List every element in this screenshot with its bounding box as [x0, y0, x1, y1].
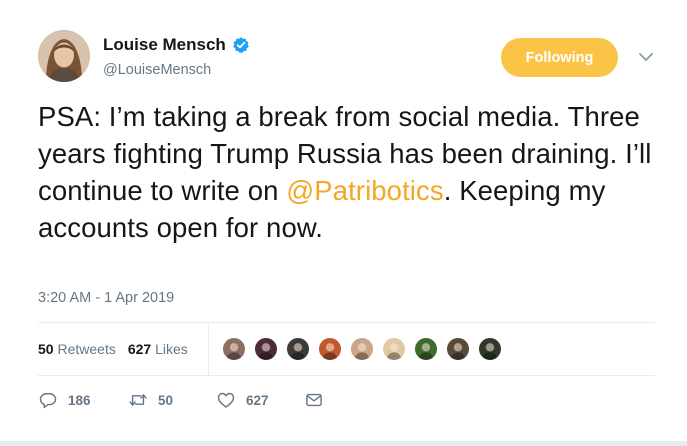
liker-avatar[interactable] [477, 336, 503, 362]
author-handle[interactable]: @LouiseMensch [103, 62, 211, 78]
tweet-card: Louise Mensch @LouiseMensch Following PS… [0, 0, 687, 446]
avatar-5 [354, 343, 370, 360]
tweet-timestamp[interactable]: 3:20 AM - 1 Apr 2019 [38, 290, 174, 306]
avatar-9 [482, 343, 498, 360]
divider [38, 322, 655, 323]
avatar-8 [450, 343, 466, 360]
mention-link[interactable]: @Patribotics [286, 175, 444, 206]
liker-avatar[interactable] [413, 336, 439, 362]
avatar-3 [290, 343, 306, 360]
direct-message-button[interactable] [304, 390, 324, 410]
liker-avatar[interactable] [221, 336, 247, 362]
like-count: 627 [246, 392, 269, 408]
reply-button[interactable]: 186 [38, 390, 91, 410]
author-name-row[interactable]: Louise Mensch [103, 35, 250, 55]
avatar-7 [418, 343, 434, 360]
divider [38, 375, 655, 376]
liker-avatar[interactable] [285, 336, 311, 362]
retweet-button[interactable]: 50 [128, 390, 173, 410]
chevron-down-icon[interactable] [637, 50, 655, 64]
author-photo [38, 30, 90, 82]
likes-stat[interactable]: 627 Likes [128, 341, 188, 357]
liker-avatar[interactable] [317, 336, 343, 362]
likes-label: Likes [155, 341, 188, 357]
heart-icon [217, 392, 235, 408]
retweets-stat[interactable]: 50 Retweets [38, 341, 116, 357]
liker-avatar[interactable] [349, 336, 375, 362]
liker-avatar[interactable] [253, 336, 279, 362]
author-avatar[interactable] [38, 30, 90, 82]
liker-avatar[interactable] [445, 336, 471, 362]
reply-count: 186 [68, 392, 91, 408]
retweets-label: Retweets [57, 341, 116, 357]
avatar-6 [386, 343, 402, 360]
likes-count: 627 [127, 341, 152, 357]
likers-avatars [221, 336, 509, 362]
tweet-text: PSA: I’m taking a break from social medi… [38, 98, 653, 246]
avatar-4 [322, 343, 338, 360]
like-button[interactable]: 627 [216, 390, 269, 410]
avatar-2 [258, 343, 274, 360]
verified-badge-icon [232, 37, 249, 53]
stats-divider [208, 322, 209, 375]
retweets-count: 50 [38, 341, 54, 357]
avatar-1 [226, 343, 242, 360]
retweet-count: 50 [158, 392, 174, 408]
card-bottom-border [0, 441, 687, 446]
reply-icon [39, 393, 57, 409]
liker-avatar[interactable] [381, 336, 407, 362]
tweet-stats: 50 Retweets 627 Likes [38, 341, 188, 357]
following-button[interactable]: Following [501, 38, 618, 77]
retweet-icon [129, 394, 147, 406]
author-display-name[interactable]: Louise Mensch [103, 35, 226, 55]
envelope-icon [306, 393, 322, 407]
